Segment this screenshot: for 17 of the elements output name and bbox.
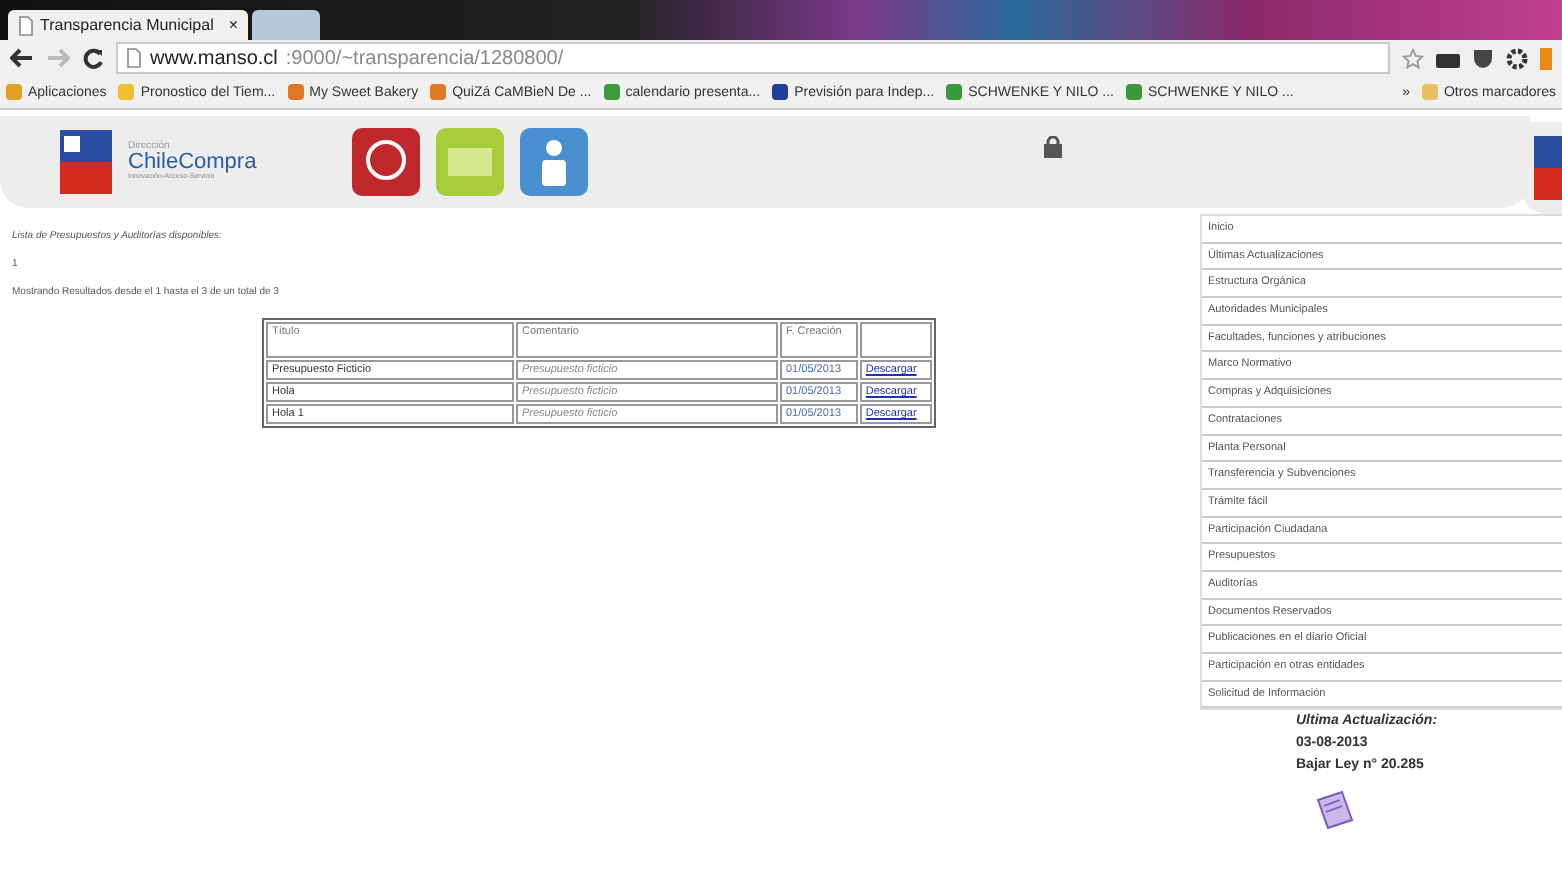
- star-icon[interactable]: [1402, 47, 1424, 69]
- address-field[interactable]: www.manso.cl :9000/~transparencia/1280800/: [116, 42, 1390, 74]
- settings-icon[interactable]: [1506, 47, 1528, 69]
- page-icon: [18, 15, 34, 35]
- seal-icon[interactable]: [352, 128, 421, 196]
- person-icon[interactable]: [520, 128, 589, 196]
- browser-tab[interactable]: Transparencia Municipal ×: [8, 10, 248, 40]
- page-icon: [126, 48, 142, 68]
- folder-icon: [1421, 84, 1438, 100]
- document-icon[interactable]: [1312, 788, 1356, 833]
- government-logo-icon: [1534, 136, 1562, 200]
- shield-icon[interactable]: [1472, 47, 1494, 69]
- extension-icon[interactable]: [1436, 49, 1460, 67]
- government-logo-icon: [60, 130, 112, 194]
- back-arrow-icon[interactable]: [10, 48, 34, 68]
- reload-icon[interactable]: [82, 47, 104, 69]
- lock-icon: [1044, 135, 1063, 157]
